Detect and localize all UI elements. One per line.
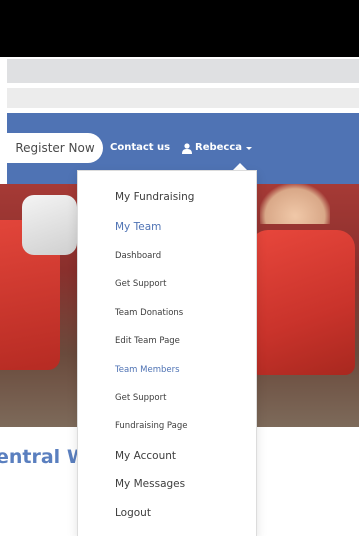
- dropdown-pointer: [233, 163, 247, 170]
- user-name-label: Rebecca: [195, 142, 243, 153]
- menu-item-edit-team-page[interactable]: Edit Team Page: [115, 336, 180, 346]
- menu-item-team-members[interactable]: Team Members: [115, 365, 180, 375]
- register-now-button[interactable]: Register Now: [7, 133, 103, 163]
- menu-item-fundraising-page[interactable]: Fundraising Page: [115, 421, 188, 431]
- menu-item-my-fundraising[interactable]: My Fundraising: [115, 191, 194, 203]
- hero-photo-detail: [22, 195, 77, 255]
- menu-item-logout[interactable]: Logout: [115, 507, 151, 519]
- hero-photo-detail: [250, 230, 355, 375]
- menu-item-my-messages[interactable]: My Messages: [115, 478, 185, 490]
- menu-item-my-account[interactable]: My Account: [115, 450, 176, 462]
- menu-item-team-donations[interactable]: Team Donations: [115, 308, 183, 318]
- user-dropdown-menu: My Fundraising My Team Dashboard Get Sup…: [77, 170, 257, 536]
- menu-item-get-support-2[interactable]: Get Support: [115, 393, 166, 403]
- menu-item-get-support[interactable]: Get Support: [115, 279, 166, 289]
- page-heading: entral W: [0, 446, 80, 486]
- menu-item-dashboard[interactable]: Dashboard: [115, 251, 161, 261]
- contact-us-link[interactable]: Contact us: [110, 133, 170, 163]
- chevron-down-icon: [246, 146, 253, 150]
- top-black-bar: [0, 0, 359, 57]
- page-heading-text: entral W: [0, 446, 80, 468]
- user-menu-toggle[interactable]: Rebecca: [182, 133, 253, 163]
- browser-strip: [7, 59, 359, 83]
- browser-strip-secondary: [7, 88, 359, 108]
- user-icon: [182, 142, 192, 154]
- menu-item-my-team[interactable]: My Team: [115, 221, 161, 233]
- hero-photo-detail: [260, 184, 330, 224]
